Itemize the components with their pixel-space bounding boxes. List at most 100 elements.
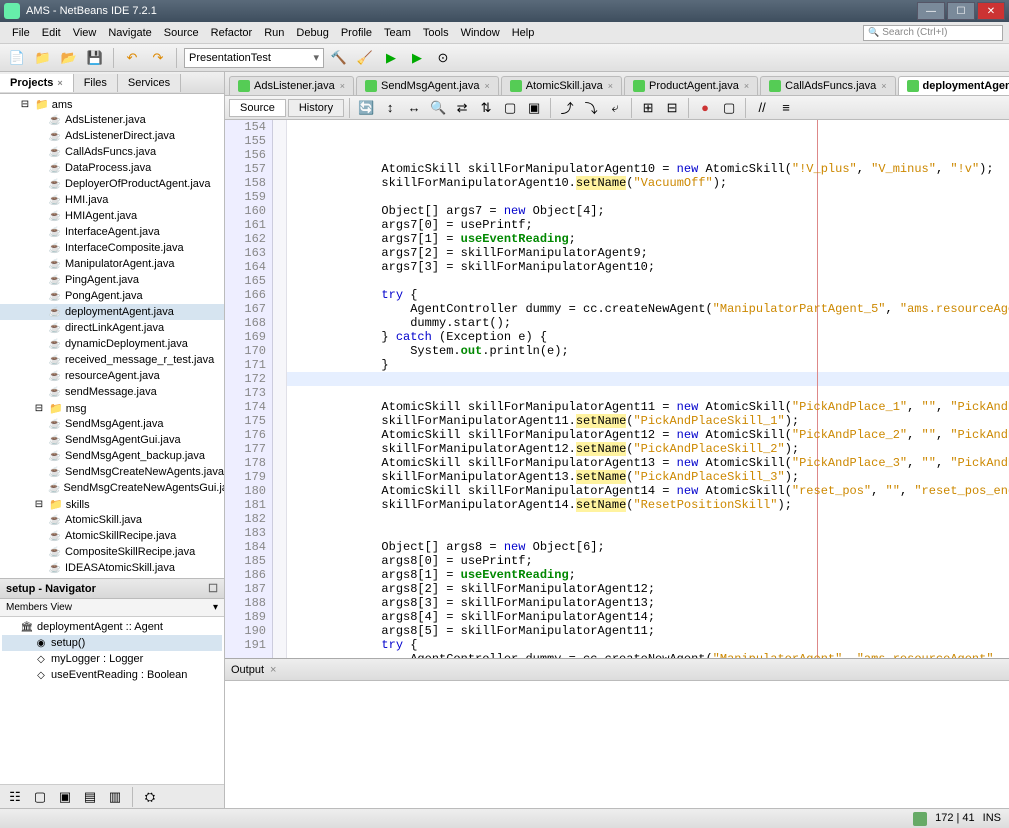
toolbar-icon[interactable]: ⇅	[475, 97, 497, 119]
navigator-item[interactable]: ◉setup()	[2, 635, 222, 651]
tree-item[interactable]: ☕HMI.java	[0, 192, 224, 208]
tree-item[interactable]: ☕AtomicSkill.java	[0, 512, 224, 528]
debug-icon[interactable]: ▶	[406, 47, 428, 69]
profile-icon[interactable]: ⊙	[432, 47, 454, 69]
close-icon[interactable]: ×	[881, 81, 886, 91]
maximize-button[interactable]: ☐	[947, 2, 975, 20]
tree-item[interactable]: ☕directLinkAgent.java	[0, 320, 224, 336]
tree-item[interactable]: ☕DataProcess.java	[0, 160, 224, 176]
toolbar-icon[interactable]: ⇄	[451, 97, 473, 119]
menu-navigate[interactable]: Navigate	[102, 25, 157, 41]
filter-icon[interactable]: ▣	[54, 786, 76, 808]
comment-icon[interactable]: //	[751, 97, 773, 119]
tree-item[interactable]: ☕sendMessage.java	[0, 384, 224, 400]
minimize-button[interactable]: —	[917, 2, 945, 20]
close-icon[interactable]: ×	[270, 664, 276, 676]
tab-projects[interactable]: Projects×	[0, 74, 74, 92]
tab-files[interactable]: Files	[74, 74, 118, 92]
tree-item[interactable]: ☕IDEASAtomicSkill.java	[0, 560, 224, 576]
file-tab[interactable]: ProductAgent.java×	[624, 76, 758, 95]
close-icon[interactable]: ×	[340, 81, 345, 91]
tree-item[interactable]: ⊟📁 msg	[0, 400, 224, 416]
toolbar-icon[interactable]: 🔄	[355, 97, 377, 119]
project-tree[interactable]: ⊟📁 ams☕AdsListener.java☕AdsListenerDirec…	[0, 94, 224, 578]
file-tab[interactable]: SendMsgAgent.java×	[356, 76, 499, 95]
tree-item[interactable]: ☕deploymentAgent.java	[0, 304, 224, 320]
menu-file[interactable]: File	[6, 25, 36, 41]
file-tab[interactable]: AtomicSkill.java×	[501, 76, 622, 95]
tree-item[interactable]: ☕resourceAgent.java	[0, 368, 224, 384]
tree-item[interactable]: ⊟📁 ams	[0, 96, 224, 112]
close-icon[interactable]: ×	[608, 81, 613, 91]
run-icon[interactable]: ▶	[380, 47, 402, 69]
menu-refactor[interactable]: Refactor	[205, 25, 259, 41]
new-file-icon[interactable]: 📄	[6, 47, 28, 69]
quick-search-input[interactable]: Search (Ctrl+I)	[863, 25, 1003, 41]
save-all-icon[interactable]: 💾	[84, 47, 106, 69]
build-icon[interactable]: 🔨	[328, 47, 350, 69]
toolbar-icon[interactable]: ▣	[523, 97, 545, 119]
tree-item[interactable]: ☕CallAdsFuncs.java	[0, 144, 224, 160]
tree-item[interactable]: ☕AtomicSkillRecipe.java	[0, 528, 224, 544]
status-icon[interactable]	[913, 812, 927, 826]
toolbar-icon[interactable]: ⤶	[604, 97, 626, 119]
close-button[interactable]: ✕	[977, 2, 1005, 20]
tree-item[interactable]: ☕SendMsgAgent.java	[0, 416, 224, 432]
menu-window[interactable]: Window	[455, 25, 506, 41]
menu-edit[interactable]: Edit	[36, 25, 67, 41]
menu-help[interactable]: Help	[506, 25, 541, 41]
toolbar-icon[interactable]: ▢	[499, 97, 521, 119]
tab-services[interactable]: Services	[118, 74, 181, 92]
menu-run[interactable]: Run	[258, 25, 290, 41]
tree-item[interactable]: ☕received_message_r_test.java	[0, 352, 224, 368]
toolbar-icon[interactable]: ⊟	[661, 97, 683, 119]
minimize-icon[interactable]: ☐	[208, 582, 218, 595]
tree-item[interactable]: ☕PingAgent.java	[0, 272, 224, 288]
tree-item[interactable]: ☕SendMsgAgent_backup.java	[0, 448, 224, 464]
tree-item[interactable]: ☕DeployerOfProductAgent.java	[0, 176, 224, 192]
tree-item[interactable]: ☕ManipulatorAgent.java	[0, 256, 224, 272]
stop-macro-icon[interactable]: ●	[694, 97, 716, 119]
close-icon[interactable]: ×	[744, 81, 749, 91]
output-body[interactable]	[225, 681, 1009, 808]
run-config-dropdown[interactable]: PresentationTest	[184, 48, 324, 68]
tree-item[interactable]: ☕SendMsgCreateNewAgents.java	[0, 464, 224, 480]
tree-item[interactable]: ☕InterfaceComposite.java	[0, 240, 224, 256]
redo-icon[interactable]: ↷	[147, 47, 169, 69]
tree-item[interactable]: ☕CompositeSkillRecipe.java	[0, 544, 224, 560]
filter-icon[interactable]: ▥	[104, 786, 126, 808]
filter-icon[interactable]: ▤	[79, 786, 101, 808]
navigator-item[interactable]: 🏛deploymentAgent :: Agent	[2, 619, 222, 635]
tree-item[interactable]: ☕InterfaceAgent.java	[0, 224, 224, 240]
tree-item[interactable]: ☕SendMsgCreateNewAgentsGui.ja	[0, 480, 224, 496]
menu-debug[interactable]: Debug	[290, 25, 334, 41]
tree-item[interactable]: ☕SendMsgAgentGui.java	[0, 432, 224, 448]
navigator-view-dropdown[interactable]: Members View	[0, 599, 224, 617]
toolbar-icon[interactable]: ↔	[403, 97, 425, 119]
tree-item[interactable]: ☕PongAgent.java	[0, 288, 224, 304]
file-tab[interactable]: deploymentAgent.java×	[898, 76, 1009, 95]
find-icon[interactable]: 🔍	[427, 97, 449, 119]
filter-icon[interactable]: ⛭	[139, 786, 161, 808]
menu-profile[interactable]: Profile	[335, 25, 378, 41]
clean-build-icon[interactable]: 🧹	[354, 47, 376, 69]
tree-item[interactable]: ☕HMIAgent.java	[0, 208, 224, 224]
undo-icon[interactable]: ↶	[121, 47, 143, 69]
menu-view[interactable]: View	[67, 25, 103, 41]
toolbar-icon[interactable]: ≡	[775, 97, 797, 119]
toolbar-icon[interactable]: ⤴	[556, 97, 578, 119]
tree-item[interactable]: ⊟📁 skills	[0, 496, 224, 512]
tree-item[interactable]: ☕AdsListener.java	[0, 112, 224, 128]
fold-gutter[interactable]	[273, 120, 287, 658]
filter-icon[interactable]: ☷	[4, 786, 26, 808]
code-editor[interactable]: 154 155 156 157 158 159 160 161 162 163 …	[225, 120, 1009, 658]
tab-history[interactable]: History	[288, 99, 344, 117]
close-icon[interactable]: ×	[484, 81, 489, 91]
menu-tools[interactable]: Tools	[417, 25, 455, 41]
output-tab[interactable]: Output× ☐	[225, 659, 1009, 681]
tree-item[interactable]: ☕dynamicDeployment.java	[0, 336, 224, 352]
tab-source[interactable]: Source	[229, 99, 286, 117]
toolbar-icon[interactable]: ▢	[718, 97, 740, 119]
navigator-item[interactable]: ◇myLogger : Logger	[2, 651, 222, 667]
menu-source[interactable]: Source	[158, 25, 205, 41]
